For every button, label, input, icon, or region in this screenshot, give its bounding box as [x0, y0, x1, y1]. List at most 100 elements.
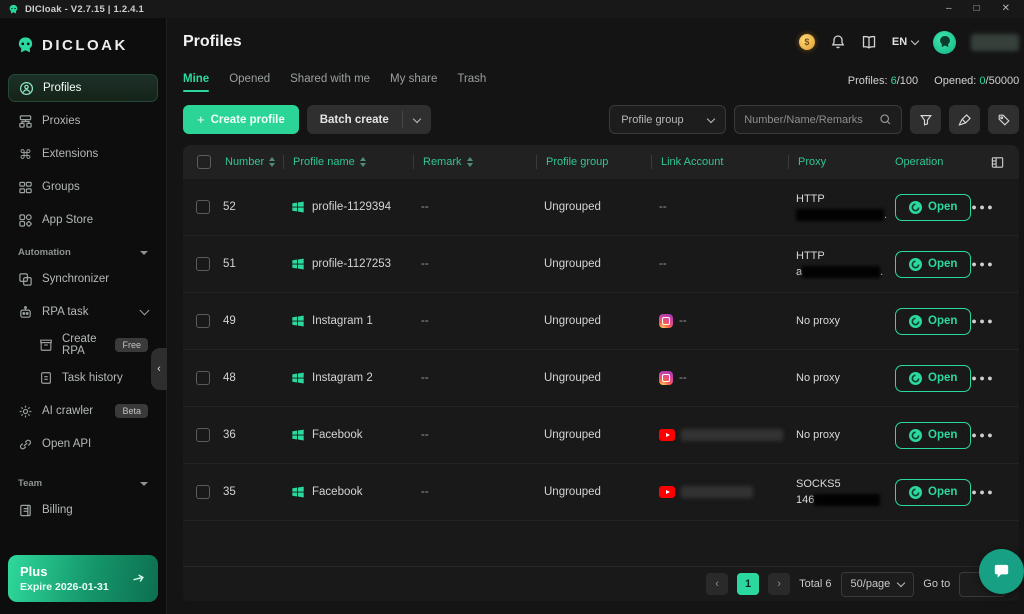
sidebar-item-label: AI crawler [42, 405, 93, 417]
tab-mine[interactable]: Mine [183, 73, 209, 89]
sidebar-item-app-store[interactable]: App Store [8, 206, 158, 234]
page-size-select[interactable]: 50/page [841, 572, 915, 597]
redacted-text [814, 494, 880, 506]
column-remark[interactable]: Remark [421, 145, 544, 179]
sidebar-item-synchronizer[interactable]: Synchronizer [8, 265, 158, 293]
browser-icon [909, 372, 922, 385]
sidebar-section-automation[interactable]: Automation [8, 239, 158, 265]
minimize-button[interactable]: – [946, 4, 952, 14]
select-all-checkbox[interactable] [197, 155, 211, 169]
robot-icon [18, 305, 33, 320]
open-profile-button[interactable]: Open [895, 422, 971, 449]
prev-page-button[interactable]: ‹ [706, 573, 728, 595]
sidebar-item-extensions[interactable]: ⌘ Extensions [8, 140, 158, 168]
more-actions-button[interactable]: ●●● [971, 259, 995, 269]
profile-group-filter[interactable]: Profile group [609, 105, 726, 134]
more-actions-button[interactable]: ●●● [971, 202, 995, 212]
row-checkbox[interactable] [196, 428, 210, 442]
sidebar-item-profiles[interactable]: Profiles [8, 74, 158, 102]
avatar[interactable] [933, 31, 956, 54]
close-button[interactable]: ✕ [1002, 4, 1010, 14]
filter-button[interactable] [910, 105, 941, 134]
plan-card[interactable]: Plus Expire 2026-01-31 [8, 555, 158, 602]
batch-create-button[interactable]: Batch create [307, 105, 431, 134]
clean-button[interactable] [949, 105, 980, 134]
sidebar-item-ai-crawler[interactable]: AI crawler Beta [8, 397, 158, 425]
row-checkbox[interactable] [196, 257, 210, 271]
current-page[interactable]: 1 [737, 573, 759, 595]
tab-shared-with-me[interactable]: Shared with me [290, 73, 370, 89]
cell-proxy: HTTP . [796, 191, 891, 223]
search-box [734, 105, 902, 134]
open-profile-button[interactable]: Open [895, 194, 971, 221]
more-actions-button[interactable]: ●●● [971, 430, 995, 440]
open-profile-button[interactable]: Open [895, 251, 971, 278]
create-profile-button[interactable]: + Create profile [183, 105, 299, 134]
cell-group: Ungrouped [544, 486, 659, 498]
support-chat-button[interactable] [979, 549, 1024, 594]
row-checkbox[interactable] [196, 371, 210, 385]
sidebar-item-create-rpa[interactable]: Create RPA Free [8, 331, 158, 359]
more-actions-button[interactable]: ●●● [971, 316, 995, 326]
docs-book-icon[interactable] [861, 34, 877, 50]
sort-icon [360, 157, 366, 167]
sidebar-item-proxies[interactable]: Proxies [8, 107, 158, 135]
row-checkbox[interactable] [196, 200, 210, 214]
windows-icon [291, 257, 305, 271]
instagram-icon [659, 314, 673, 328]
sidebar-section-team[interactable]: Team [8, 470, 158, 496]
row-checkbox[interactable] [196, 485, 210, 499]
tag-icon [997, 113, 1011, 127]
cell-link-account [659, 486, 796, 498]
table-row[interactable]: 52 profile-1129394 -- Ungrouped -- HTTP … [183, 179, 1019, 236]
sidebar: DICLOAK Profiles Proxies ⌘ Extensions [0, 18, 167, 614]
maximize-button[interactable]: □ [974, 4, 980, 14]
cell-number: 36 [223, 429, 291, 441]
cell-proxy: HTTP a. [796, 248, 891, 280]
cell-remark: -- [421, 429, 544, 441]
open-profile-button[interactable]: Open [895, 365, 971, 392]
plan-name: Plus [20, 564, 109, 579]
billing-icon [18, 503, 33, 518]
tab-trash[interactable]: Trash [457, 73, 486, 89]
open-profile-button[interactable]: Open [895, 479, 971, 506]
more-actions-button[interactable]: ●●● [971, 373, 995, 383]
search-input[interactable] [744, 114, 873, 126]
app-store-icon [18, 213, 33, 228]
tab-opened[interactable]: Opened [229, 73, 270, 89]
row-checkbox[interactable] [196, 314, 210, 328]
sidebar-item-open-api[interactable]: Open API [8, 430, 158, 458]
tab-my-share[interactable]: My share [390, 73, 437, 89]
bell-icon[interactable] [830, 34, 846, 50]
column-number[interactable]: Number [223, 145, 291, 179]
table-row[interactable]: 51 profile-1127253 -- Ungrouped -- HTTP … [183, 236, 1019, 293]
column-settings-icon[interactable] [990, 155, 1005, 170]
windows-icon [291, 200, 305, 214]
language-selector[interactable]: EN [892, 36, 918, 48]
column-profile-name[interactable]: Profile name [291, 145, 421, 179]
sidebar-item-groups[interactable]: Groups [8, 173, 158, 201]
cell-link-account: -- [659, 201, 796, 213]
sidebar-item-billing[interactable]: Billing [8, 496, 158, 524]
sidebar-collapse-handle[interactable]: ‹ [151, 348, 167, 390]
window-titlebar: DICloak - V2.7.15 | 1.2.4.1 – □ ✕ [0, 0, 1024, 18]
open-profile-button[interactable]: Open [895, 308, 971, 335]
plus-icon: + [197, 112, 205, 127]
more-actions-button[interactable]: ●●● [971, 487, 995, 497]
next-page-button[interactable]: › [768, 573, 790, 595]
tag-button[interactable] [988, 105, 1019, 134]
search-icon[interactable] [879, 113, 892, 126]
sidebar-item-rpa-task[interactable]: RPA task [8, 298, 158, 326]
cell-group: Ungrouped [544, 429, 659, 441]
table-row[interactable]: 49 Instagram 1 -- Ungrouped -- No proxy … [183, 293, 1019, 350]
cell-number: 51 [223, 258, 291, 270]
batch-create-dropdown[interactable] [403, 105, 431, 134]
sidebar-item-task-history[interactable]: Task history [8, 364, 158, 392]
coin-icon[interactable]: $ [799, 34, 815, 50]
table-row[interactable]: 35 Facebook -- Ungrouped SOCKS5 146 [183, 464, 1019, 521]
profile-tabs: Mine Opened Shared with me My share Tras… [167, 66, 1024, 96]
table-row[interactable]: 48 Instagram 2 -- Ungrouped -- No proxy … [183, 350, 1019, 407]
cell-proxy: SOCKS5 146 [796, 476, 891, 508]
table-row[interactable]: 36 Facebook -- Ungrouped No proxy Open [183, 407, 1019, 464]
cell-proxy: No proxy [796, 313, 891, 329]
